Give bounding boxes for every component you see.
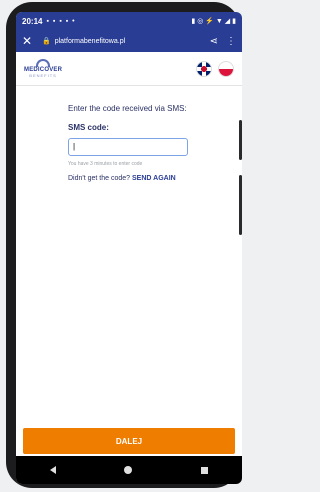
home-icon[interactable] [124,466,133,474]
notification-icons: ▪ ▪ ▪ ▪ • [46,17,76,25]
volume-button [239,175,242,235]
more-options-icon[interactable]: ⋮ [226,36,236,47]
close-icon[interactable]: ✕ [22,34,38,48]
logo-mark-icon [36,59,51,67]
power-button [239,120,242,160]
sms-code-input[interactable] [68,137,188,156]
resend-row: Didn't get the code? SEND AGAIN [68,175,242,182]
lock-icon: 🔒 [42,38,51,45]
sms-verification-form: Enter the code received via SMS: SMS cod… [16,86,242,182]
resend-question: Didn't get the code? [68,174,131,182]
sms-code-label: SMS code: [68,123,109,132]
status-time: 20:14 [22,16,43,26]
android-nav-bar [16,456,242,484]
footer-actions: DALEJ [16,426,242,456]
recent-apps-icon[interactable] [200,466,208,474]
uk-flag-icon[interactable] [196,60,212,77]
language-switcher [196,60,234,77]
url-text[interactable]: platformabenefitowa.pl [55,38,202,45]
sms-prompt: Enter the code received via SMS: [68,104,187,113]
pl-flag-icon[interactable] [218,60,234,77]
back-icon[interactable] [50,466,57,474]
share-icon[interactable]: ⋖ [210,36,218,47]
send-again-link[interactable]: SEND AGAIN [132,175,176,182]
next-button[interactable]: DALEJ [23,428,235,454]
browser-url-bar: ✕ 🔒 platformabenefitowa.pl ⋖ ⋮ [16,30,242,52]
status-bar: 20:14 ▪ ▪ ▪ ▪ • ▮ ◎ ⚡ ▼ ◢ ▮ [16,12,242,30]
phone-screen: 20:14 ▪ ▪ ▪ ▪ • ▮ ◎ ⚡ ▼ ◢ ▮ ✕ 🔒 platform… [16,12,242,484]
logo-subtext: BENEFITS [29,73,57,78]
site-header: MEDICOVER BENEFITS [16,52,242,86]
medicover-logo[interactable]: MEDICOVER BENEFITS [24,59,62,78]
time-hint: You have 3 minutes to enter code [68,160,143,167]
system-icons: ▮ ◎ ⚡ ▼ ◢ ▮ [191,18,236,25]
phone-frame: 20:14 ▪ ▪ ▪ ▪ • ▮ ◎ ⚡ ▼ ◢ ▮ ✕ 🔒 platform… [6,2,242,488]
